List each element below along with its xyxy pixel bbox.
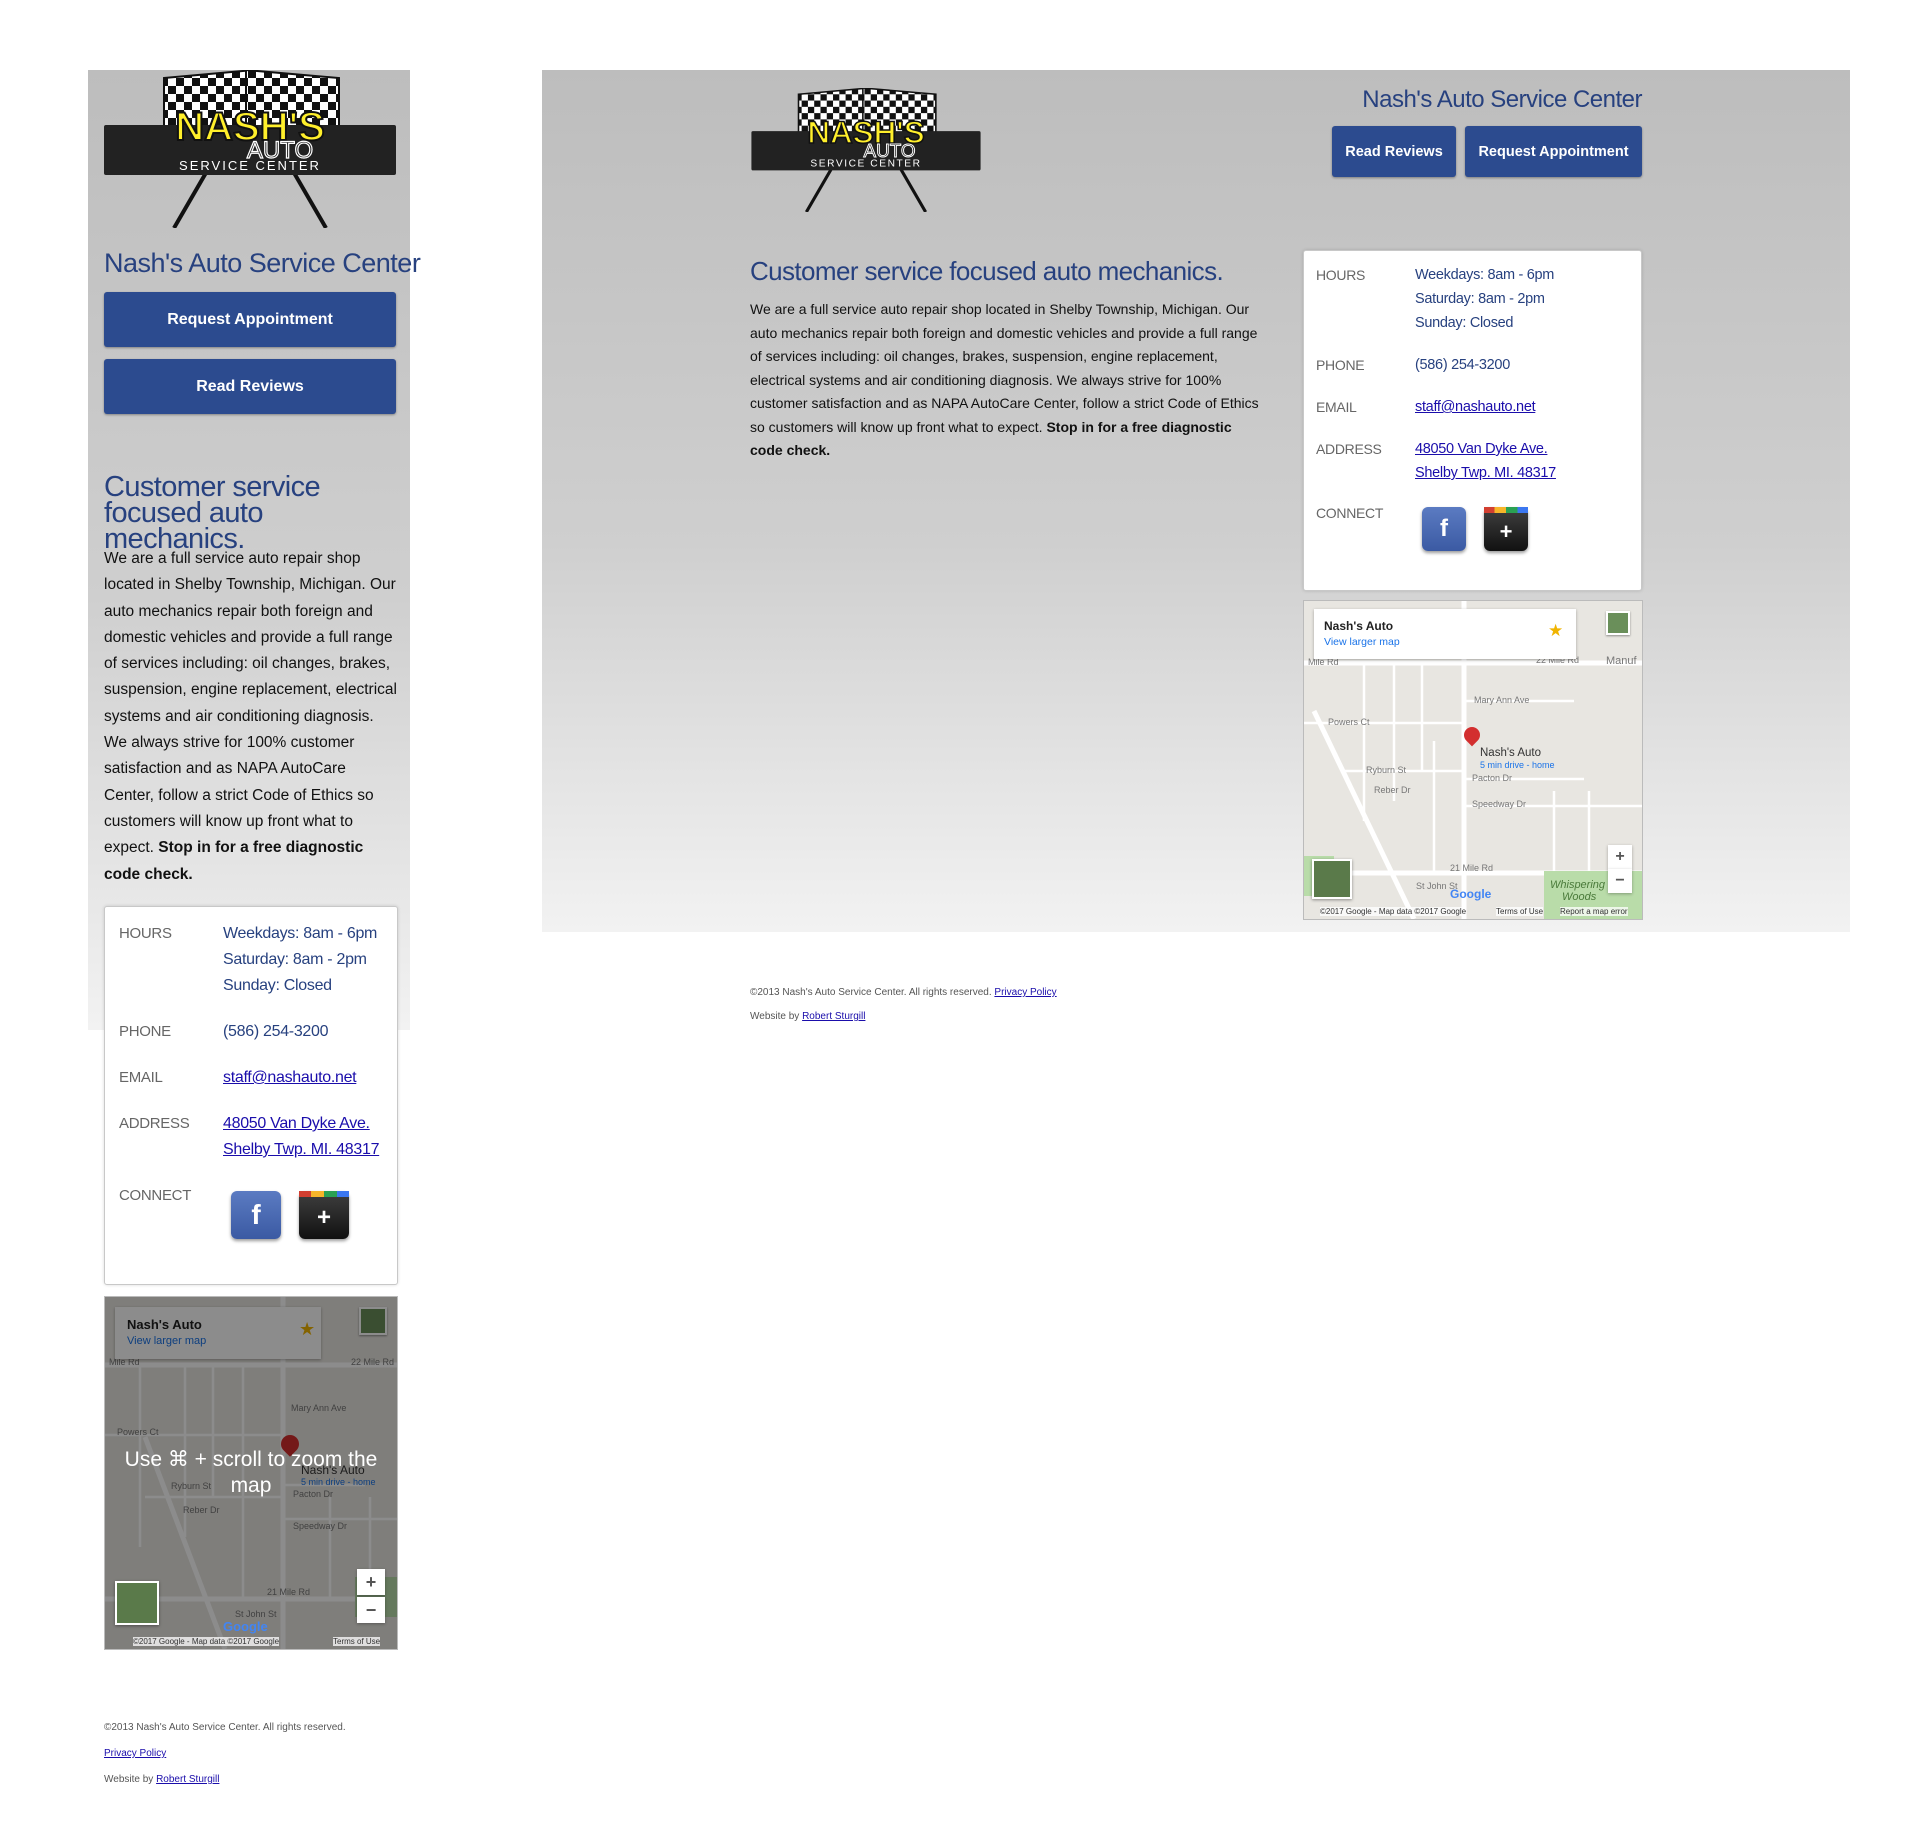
privacy-policy-link[interactable]: Privacy Policy xyxy=(994,987,1056,998)
site-title-mobile[interactable]: Nash's Auto Service Center xyxy=(104,248,421,279)
street-label: Reber Dr xyxy=(1374,785,1411,795)
footer-desktop-line2: Website by Robert Sturgill xyxy=(750,1011,865,1022)
checkered-flags-logo-icon: NASH'S AUTO SERVICE CENTER xyxy=(751,88,981,212)
street-label: Pacton Dr xyxy=(1472,773,1513,783)
star-icon[interactable]: ★ xyxy=(1548,621,1563,641)
facebook-icon[interactable]: f xyxy=(1422,507,1466,551)
map-embed-mobile[interactable]: Mile Rd 22 Mile Rd Mary Ann Ave Powers C… xyxy=(104,1296,398,1650)
svg-text:SERVICE CENTER: SERVICE CENTER xyxy=(810,158,921,169)
copyright-mobile: ©2013 Nash's Auto Service Center. All ri… xyxy=(104,1722,346,1733)
intro-text: We are a full service auto repair shop l… xyxy=(104,550,397,857)
google-logo: Google xyxy=(1450,887,1492,901)
zoom-out-button[interactable]: − xyxy=(357,1597,385,1623)
address-link-line1[interactable]: 48050 Van Dyke Ave. xyxy=(223,1115,370,1133)
phone-label: PHONE xyxy=(1316,357,1365,373)
hours-label: HOURS xyxy=(1316,267,1366,283)
author-link[interactable]: Robert Sturgill xyxy=(156,1774,219,1785)
email-link[interactable]: staff@nashauto.net xyxy=(1415,399,1536,415)
address-link-line2[interactable]: Shelby Twp. MI. 48317 xyxy=(223,1141,379,1159)
address-label: ADDRESS xyxy=(119,1115,190,1132)
street-label: 21 Mile Rd xyxy=(1450,863,1494,873)
connect-label: CONNECT xyxy=(119,1187,192,1204)
intro-headline-mobile: Customer service focused auto mechanics. xyxy=(104,471,321,555)
hours-sunday: Sunday: Closed xyxy=(1415,315,1514,331)
satellite-toggle-icon[interactable] xyxy=(1312,859,1352,899)
street-label: Powers Ct xyxy=(1328,717,1370,727)
satellite-toggle-icon[interactable] xyxy=(115,1581,159,1625)
checkered-flags-logo-icon: NASH'S AUTO SERVICE CENTER xyxy=(104,70,396,228)
hours-sunday: Sunday: Closed xyxy=(223,977,332,994)
address-label: ADDRESS xyxy=(1316,441,1382,457)
google-plus-icon[interactable]: + xyxy=(299,1191,349,1239)
svg-text:SERVICE CENTER: SERVICE CENTER xyxy=(179,158,321,173)
street-label: Manuf xyxy=(1606,655,1637,667)
map-attribution: ©2017 Google - Map data ©2017 Google xyxy=(133,1637,280,1646)
hours-weekdays: Weekdays: 8am - 6pm xyxy=(1415,267,1555,283)
user-avatar-icon[interactable] xyxy=(1606,611,1630,635)
street-label: Mary Ann Ave xyxy=(1474,695,1530,705)
street-label: Ryburn St xyxy=(1366,765,1407,775)
pin-label: Nash's Auto xyxy=(1480,747,1542,759)
zoom-in-button[interactable]: + xyxy=(357,1569,385,1595)
email-label: EMAIL xyxy=(119,1069,163,1086)
street-label: Whispering xyxy=(1550,879,1606,891)
author-link[interactable]: Robert Sturgill xyxy=(802,1011,865,1022)
zoom-in-button[interactable]: + xyxy=(1608,845,1632,869)
footer-desktop-line1: ©2013 Nash's Auto Service Center. All ri… xyxy=(750,987,1057,998)
privacy-policy-link-mobile[interactable]: Privacy Policy xyxy=(104,1748,166,1759)
hours-label: HOURS xyxy=(119,925,172,942)
map-place-name: Nash's Auto xyxy=(1324,619,1394,633)
zoom-out-button[interactable]: − xyxy=(1608,869,1632,893)
privacy-policy-link[interactable]: Privacy Policy xyxy=(104,1748,166,1759)
hours-saturday: Saturday: 8am - 2pm xyxy=(1415,291,1545,307)
map-place-card: Nash's Auto View larger map ★ xyxy=(1314,609,1576,659)
report-map-error-link[interactable]: Report a map error xyxy=(1560,907,1628,916)
address-link-line2[interactable]: Shelby Twp. MI. 48317 xyxy=(1415,465,1556,481)
copyright-desktop: ©2013 Nash's Auto Service Center. All ri… xyxy=(750,987,992,998)
read-reviews-button-desktop[interactable]: Read Reviews xyxy=(1332,126,1456,177)
connect-label: CONNECT xyxy=(1316,505,1384,521)
facebook-icon[interactable]: f xyxy=(231,1191,281,1239)
street-label: Woods xyxy=(1562,891,1597,903)
website-by-text: Website by xyxy=(104,1774,154,1785)
terms-of-use-link[interactable]: Terms of Use xyxy=(1496,907,1544,916)
pin-sublabel: 5 min drive - home xyxy=(1480,760,1555,770)
website-by-text: Website by xyxy=(750,1011,800,1022)
phone-value[interactable]: (586) 254-3200 xyxy=(1415,357,1510,373)
hours-saturday: Saturday: 8am - 2pm xyxy=(223,951,367,968)
google-plus-icon[interactable]: + xyxy=(1484,507,1528,551)
view-larger-map-link[interactable]: View larger map xyxy=(1324,636,1400,648)
info-card-mobile: HOURS Weekdays: 8am - 6pm Saturday: 8am … xyxy=(104,906,398,1285)
address-link-line1[interactable]: 48050 Van Dyke Ave. xyxy=(1415,441,1548,457)
intro-body-mobile: We are a full service auto repair shop l… xyxy=(104,546,400,888)
request-appointment-button-mobile[interactable]: Request Appointment xyxy=(104,292,396,347)
intro-body-desktop: We are a full service auto repair shop l… xyxy=(750,298,1260,463)
email-link[interactable]: staff@nashauto.net xyxy=(223,1069,357,1087)
street-label: Speedway Dr xyxy=(1472,799,1527,809)
hours-weekdays: Weekdays: 8am - 6pm xyxy=(223,925,378,942)
intro-headline-desktop: Customer service focused auto mechanics. xyxy=(750,256,1224,286)
read-reviews-button-mobile[interactable]: Read Reviews xyxy=(104,359,396,414)
map-embed-desktop[interactable]: Mile Rd 22 Mile Rd Manuf Mary Ann Ave Po… xyxy=(1303,600,1643,920)
intro-text: We are a full service auto repair shop l… xyxy=(750,301,1259,435)
terms-of-use-link[interactable]: Terms of Use xyxy=(333,1637,381,1646)
email-label: EMAIL xyxy=(1316,399,1357,415)
info-card-desktop: HOURS Weekdays: 8am - 6pm Saturday: 8am … xyxy=(1303,250,1642,591)
site-logo-desktop[interactable]: NASH'S AUTO SERVICE CENTER xyxy=(750,88,982,212)
site-logo-mobile[interactable]: NASH'S AUTO SERVICE CENTER xyxy=(104,70,396,228)
phone-value[interactable]: (586) 254-3200 xyxy=(223,1023,329,1041)
request-appointment-button-desktop[interactable]: Request Appointment xyxy=(1465,126,1642,177)
credits-mobile: Website by Robert Sturgill xyxy=(104,1774,219,1785)
site-title-desktop[interactable]: Nash's Auto Service Center xyxy=(1362,86,1642,114)
map-attribution: ©2017 Google - Map data ©2017 Google xyxy=(1320,907,1467,916)
phone-label: PHONE xyxy=(119,1023,171,1040)
desktop-header-panel xyxy=(542,70,1850,932)
google-logo: Google xyxy=(223,1619,268,1634)
